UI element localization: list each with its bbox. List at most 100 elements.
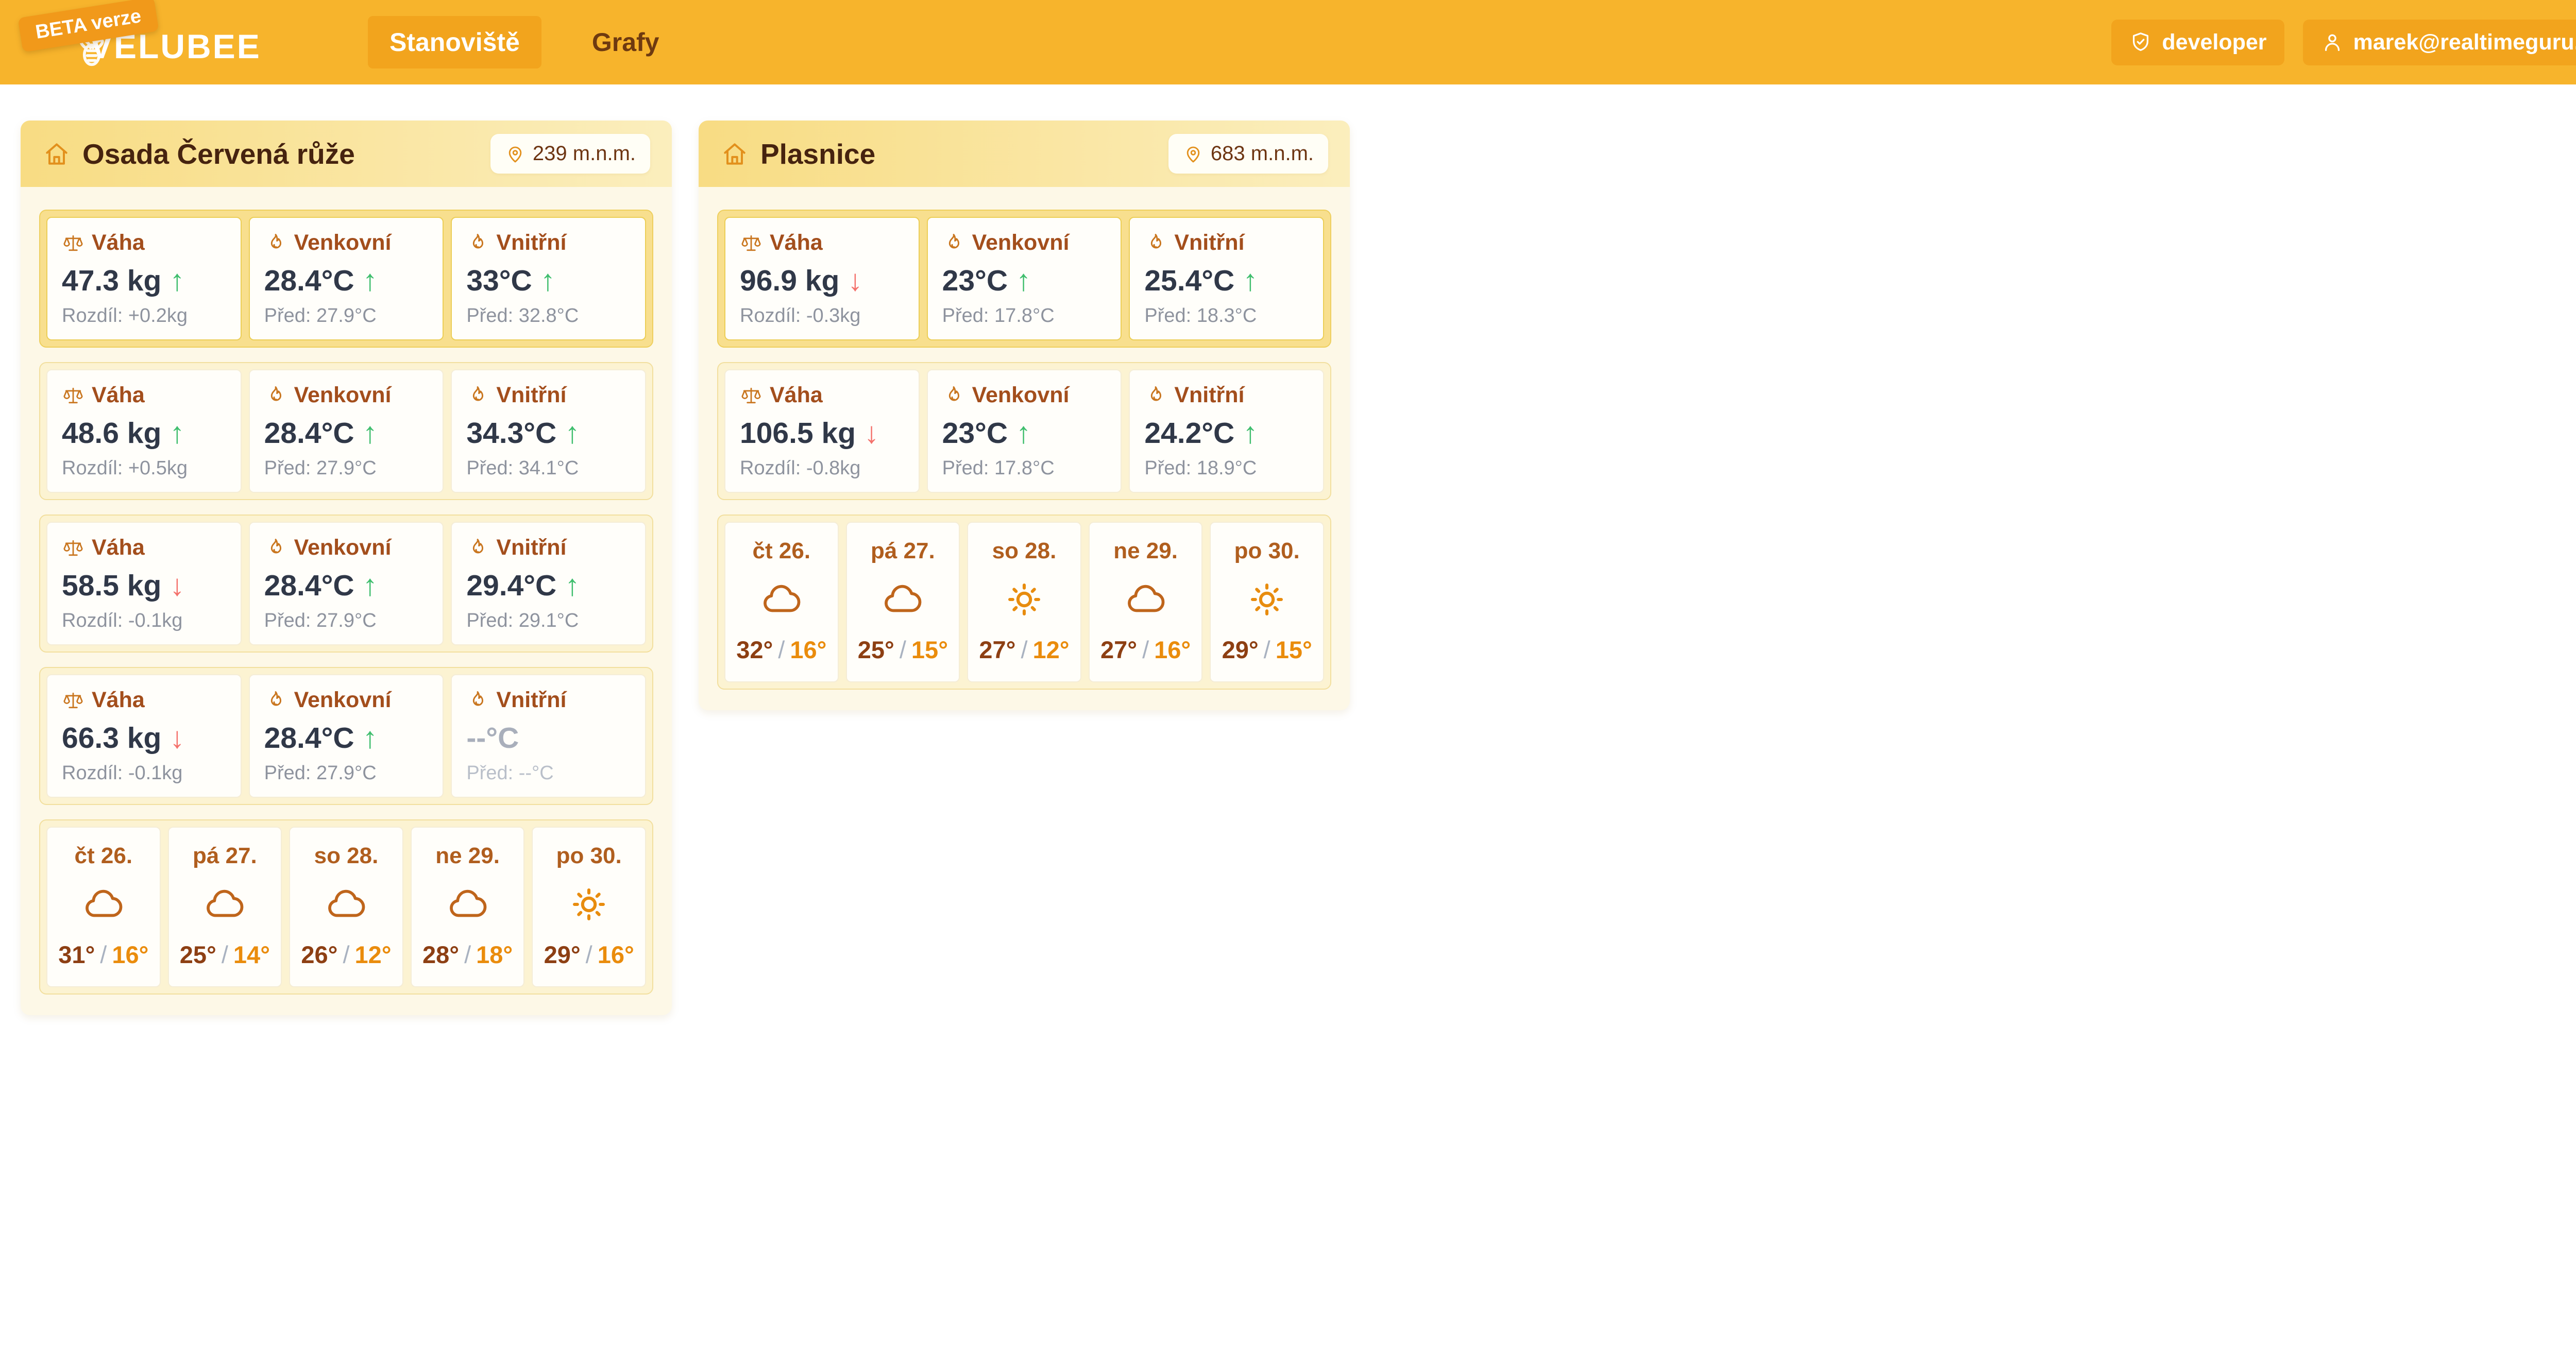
forecast-low: 16° [598,941,634,968]
sensor-value: 33°C [466,264,532,298]
forecast-day: po 30. [537,843,641,869]
temp-separator: / [459,941,476,968]
hive-sensor-row[interactable]: Váha58.5 kg↓Rozdíl: -0.1kgVenkovní28.4°C… [39,515,653,653]
temperature-icon [466,689,489,712]
tile-label-text: Váha [92,535,145,560]
trend-up-icon: ↑ [1016,266,1031,296]
sensor-value: 23°C [942,264,1008,298]
tile-label: Vnitřní [1144,230,1309,255]
sensor-value: 28.4°C [264,721,354,755]
outdoor-tile: Venkovní 23°C↑ Před: 17.8°C [927,369,1122,493]
tile-label-text: Venkovní [972,230,1070,255]
tile-label: Venkovní [264,230,429,255]
station-card-body: Váha96.9 kg↓Rozdíl: -0.3kgVenkovní23°C↑P… [699,187,1350,710]
sensor-value: 28.4°C [264,264,354,298]
cloud-icon [81,882,126,927]
forecast-row: čt 26.31°/16°pá 27.25°/14°so 28.26°/12°n… [39,819,653,995]
trend-up-icon: ↑ [363,418,378,448]
tile-value-row: 28.4°C↑ [264,721,429,755]
user-badge[interactable]: marek@realtimeguru.cz [2303,20,2576,65]
forecast-day: ne 29. [416,843,520,869]
sensor-value: 28.4°C [264,569,354,603]
forecast-day: čt 26. [52,843,156,869]
trend-up-icon: ↑ [363,571,378,601]
temp-separator: / [1137,636,1154,663]
hive-sensor-row[interactable]: Váha96.9 kg↓Rozdíl: -0.3kgVenkovní23°C↑P… [717,210,1331,348]
hive-sensor-row[interactable]: Váha47.3 kg↑Rozdíl: +0.2kg Venkovní 28.4°C… [39,210,653,348]
tile-label-text: Venkovní [972,383,1070,408]
app-logo[interactable]: VELUBEE BETA verze [23,0,301,84]
tile-label-text: Vnitřní [496,230,566,255]
station-card-header: Osada Červená růže239 m.n.m. [21,121,672,187]
tile-value-row: 96.9 kg↓ [740,264,904,298]
temp-separator: / [95,941,112,968]
tile-label-text: Vnitřní [496,688,566,713]
forecast-temps: 32°/16° [730,636,834,664]
tab-stanoviste[interactable]: Stanoviště [368,16,541,68]
forecast-day: ne 29. [1094,538,1198,564]
hive-sensor-row[interactable]: Váha48.6 kg↑Rozdíl: +0.5kgVenkovní28.4°C… [39,362,653,500]
indoor-tile: Vnitřní--°CPřed: --°C [451,674,646,798]
scale-icon [740,384,762,407]
forecast-low: 15° [911,636,948,663]
tile-label-text: Vnitřní [1174,230,1244,255]
temperature-icon [264,384,287,407]
weight-tile: Váha47.3 kg↑Rozdíl: +0.2kg [46,217,242,340]
tile-label-text: Váha [770,383,823,408]
forecast-temps: 27°/12° [972,636,1076,664]
forecast-day: po 30. [1215,538,1319,564]
role-badge[interactable]: developer [2111,20,2284,65]
station-title: Plasnice [760,138,875,170]
weight-tile: Váha66.3 kg↓Rozdíl: -0.1kg [46,674,242,798]
trend-up-icon: ↑ [540,266,555,296]
sensor-sub-value: Před: 18.9°C [1144,457,1309,479]
tile-label: Venkovní [942,383,1107,408]
forecast-high: 32° [736,636,773,663]
temp-separator: / [337,941,354,968]
tile-value-row: --°C [466,721,631,755]
forecast-temps: 29°/15° [1215,636,1319,664]
forecast-high: 31° [58,941,95,968]
tile-label: Váha [740,230,904,255]
forecast-low: 12° [355,941,392,968]
sensor-sub-value: Rozdíl: -0.1kg [62,610,226,632]
trend-down-icon: ↓ [848,266,862,296]
tile-label-text: Venkovní [294,230,392,255]
temp-separator: / [216,941,233,968]
forecast-high: 25° [180,941,216,968]
topbar: VELUBEE BETA verze Stanoviště Grafy deve… [0,0,2576,84]
tile-label: Vnitřní [466,688,631,713]
station-card-body: Váha47.3 kg↑Rozdíl: +0.2kg Venkovní 28.4°C… [21,187,672,1015]
trend-down-icon: ↓ [170,723,184,753]
hive-sensor-row[interactable]: Váha66.3 kg↓Rozdíl: -0.1kgVenkovní28.4°C… [39,667,653,805]
tile-label-text: Vnitřní [496,383,566,408]
tab-grafy[interactable]: Grafy [570,16,681,68]
scale-icon [62,384,84,407]
station-title-wrap: Plasnice [720,138,875,170]
sensor-sub-value: Před: 17.8°C [942,457,1107,479]
forecast-day: so 28. [294,843,398,869]
shield-check-icon [2129,30,2153,54]
tile-value-row: 23°C↑ [942,416,1107,450]
tile-label: Váha [62,230,226,255]
forecast-temps: 25°/14° [173,940,277,969]
temp-separator: / [1259,636,1276,663]
temperature-icon [1144,232,1167,254]
trend-up-icon: ↑ [170,266,184,296]
forecast-temps: 29°/16° [537,940,641,969]
tile-label-text: Venkovní [294,535,392,560]
weight-tile: Váha48.6 kg↑Rozdíl: +0.5kg [46,369,242,493]
sensor-value: 34.3°C [466,416,556,450]
hive-sensor-row[interactable]: Váha106.5 kg↓Rozdíl: -0.8kgVenkovní23°C↑… [717,362,1331,500]
forecast-day: so 28. [972,538,1076,564]
cloud-icon [446,882,490,927]
temperature-icon [942,384,965,407]
forecast-high: 27° [979,636,1015,663]
home-icon [720,140,749,168]
indoor-tile: Vnitřní29.4°C↑Před: 29.1°C [451,522,646,645]
forecast-tile: čt 26.32°/16° [724,522,839,682]
forecast-low: 18° [476,941,513,968]
cloud-icon [880,577,925,622]
outdoor-tile: Venkovní23°C↑Před: 17.8°C [927,217,1122,340]
station-card: Plasnice683 m.n.m.Váha96.9 kg↓Rozdíl: -0… [699,121,1350,710]
